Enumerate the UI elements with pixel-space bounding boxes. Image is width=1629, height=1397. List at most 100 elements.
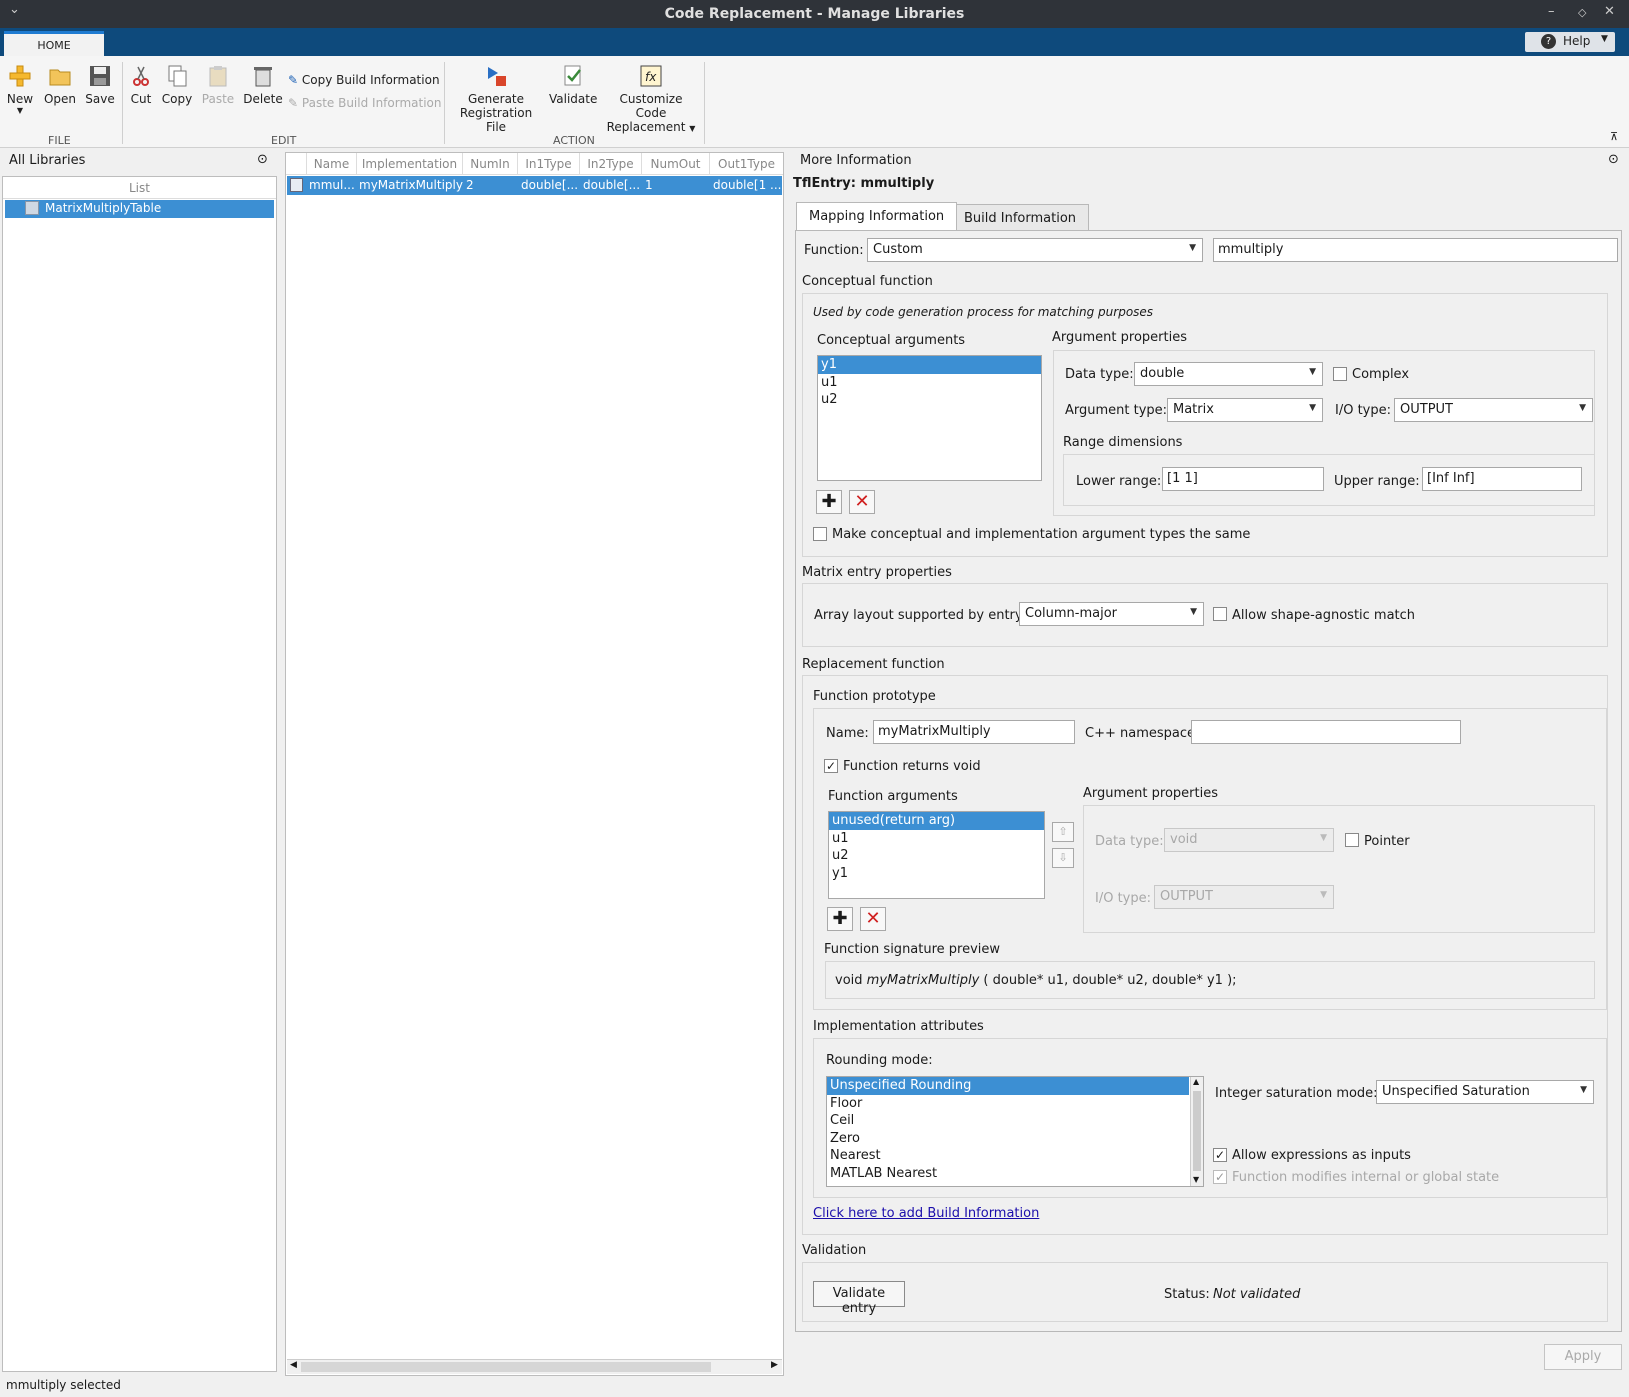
copy-icon	[168, 65, 187, 87]
entries-table-panel: Name Implementation NumIn In1Type In2Typ…	[285, 152, 784, 1376]
allow-expressions-checkbox[interactable]: ✓	[1213, 1148, 1227, 1162]
tab-home[interactable]: HOME	[4, 31, 104, 56]
list-item[interactable]: u2	[829, 847, 1044, 865]
customize-code-replacement-button[interactable]: fx Customize Code Replacement ▼	[603, 64, 699, 134]
list-item[interactable]: u1	[818, 374, 1041, 392]
cpp-namespace-input[interactable]	[1191, 720, 1461, 744]
list-item[interactable]: Ceil	[827, 1112, 1203, 1130]
list-item[interactable]: Zero	[827, 1130, 1203, 1148]
cut-button[interactable]: Cut	[128, 64, 154, 106]
generate-registration-file-button[interactable]: Generate Registration File	[450, 64, 542, 134]
restore-icon[interactable]: ◇	[1578, 6, 1586, 19]
validate-button[interactable]: Validate	[549, 64, 597, 106]
data-type-dropdown[interactable]: double ▼	[1134, 362, 1323, 386]
function-args-list[interactable]: unused(return arg) u1 u2 y1	[828, 811, 1045, 899]
io-type-dropdown[interactable]: OUTPUT ▼	[1394, 398, 1593, 422]
same-types-checkbox[interactable]	[813, 527, 827, 541]
copy-button[interactable]: Copy	[160, 64, 194, 106]
plus-icon: ✚	[821, 491, 837, 512]
list-item[interactable]: MATLAB Nearest	[827, 1165, 1203, 1183]
move-arg-down-button[interactable]: ⇩	[1052, 848, 1074, 868]
open-label: Open	[43, 92, 77, 106]
copy-build-info-button[interactable]: ✎ Copy Build Information	[288, 73, 440, 87]
list-item[interactable]: Floor	[827, 1095, 1203, 1113]
column-header[interactable]: In2Type	[579, 153, 641, 175]
list-item[interactable]: Unspecified Rounding	[827, 1077, 1189, 1095]
list-item[interactable]: y1	[818, 356, 1041, 374]
array-layout-dropdown[interactable]: Column-major ▼	[1019, 602, 1204, 626]
list-item[interactable]: y1	[829, 865, 1044, 883]
move-arg-up-button[interactable]: ⇧	[1052, 822, 1074, 842]
column-header[interactable]: NumIn	[462, 153, 517, 175]
remove-conceptual-arg-button[interactable]: ✕	[849, 490, 875, 514]
minimize-icon[interactable]: –	[1548, 4, 1555, 19]
table-cell: 2	[466, 178, 474, 192]
column-header[interactable]: Name	[306, 153, 356, 175]
column-header[interactable]: In1Type	[517, 153, 579, 175]
chevron-down-icon: ▼	[1580, 1085, 1587, 1095]
add-function-arg-button[interactable]: ✚	[827, 907, 853, 931]
list-item[interactable]: unused(return arg)	[829, 812, 1044, 830]
scrollbar-thumb[interactable]	[301, 1362, 711, 1372]
apply-button[interactable]: Apply	[1544, 1344, 1622, 1370]
delete-button[interactable]: Delete	[243, 64, 283, 106]
scrollbar-thumb[interactable]	[1193, 1091, 1201, 1171]
library-item-matrixmultiplytable[interactable]: MatrixMultiplyTable	[5, 200, 274, 218]
replacement-data-type-dropdown[interactable]: void ▼	[1164, 828, 1334, 852]
replacement-arg-props-group	[1083, 805, 1595, 933]
replacement-io-type-dropdown[interactable]: OUTPUT ▼	[1154, 885, 1334, 909]
new-button[interactable]: New ▼	[6, 64, 34, 115]
panel-options-icon[interactable]: ⊙	[257, 152, 268, 167]
returns-void-label: Function returns void	[843, 759, 981, 774]
tab-mapping-information[interactable]: Mapping Information	[796, 202, 958, 230]
rounding-mode-list[interactable]: Unspecified Rounding Floor Ceil Zero Nea…	[826, 1076, 1204, 1187]
scroll-down-icon[interactable]: ▼	[1193, 1175, 1199, 1185]
scroll-left-icon[interactable]: ◀	[290, 1360, 297, 1370]
returns-void-checkbox[interactable]: ✓	[824, 759, 838, 773]
remove-function-arg-button[interactable]: ✕	[860, 907, 886, 931]
complex-checkbox[interactable]	[1333, 367, 1347, 381]
shape-agnostic-checkbox[interactable]	[1213, 607, 1227, 621]
function-type-dropdown[interactable]: Custom ▼	[867, 238, 1203, 262]
replacement-name-input[interactable]: myMatrixMultiply	[873, 720, 1075, 744]
ribbon-separator	[444, 62, 445, 144]
list-item[interactable]: u1	[829, 830, 1044, 848]
pointer-checkbox[interactable]	[1345, 833, 1359, 847]
list-item[interactable]: u2	[818, 391, 1041, 409]
function-name-input[interactable]: mmultiply	[1213, 238, 1618, 262]
scroll-right-icon[interactable]: ▶	[771, 1360, 778, 1370]
validate-entry-button[interactable]: Validate entry	[813, 1281, 905, 1316]
paste-build-info-button[interactable]: ✎ Paste Build Information	[288, 96, 442, 110]
collapse-ribbon-icon[interactable]: ⊼	[1610, 130, 1618, 143]
close-icon[interactable]: ✕	[1604, 4, 1615, 19]
vertical-scrollbar[interactable]: ▲ ▼	[1190, 1077, 1203, 1186]
lower-range-input[interactable]: [1 1]	[1162, 467, 1324, 491]
modifies-state-checkbox[interactable]: ✓	[1213, 1170, 1227, 1184]
argument-type-dropdown[interactable]: Matrix ▼	[1167, 398, 1323, 422]
replacement-io-type-label: I/O type:	[1095, 891, 1151, 906]
column-header[interactable]: Out1Type	[709, 153, 783, 175]
saturation-mode-dropdown[interactable]: Unspecified Saturation ▼	[1376, 1080, 1594, 1104]
chevron-down-icon: ▼	[1601, 34, 1608, 44]
saturation-mode-label: Integer saturation mode:	[1215, 1086, 1378, 1101]
table-cell: double[...	[521, 178, 579, 192]
column-header[interactable]: NumOut	[641, 153, 709, 175]
function-fx-icon: fx	[640, 65, 662, 87]
scroll-up-icon[interactable]: ▲	[1193, 1077, 1199, 1087]
allow-expressions-label: Allow expressions as inputs	[1232, 1148, 1411, 1163]
upper-range-input[interactable]: [Inf Inf]	[1422, 467, 1582, 491]
horizontal-scrollbar[interactable]: ◀ ▶	[287, 1359, 782, 1374]
panel-options-icon[interactable]: ⊙	[1608, 152, 1619, 167]
save-button[interactable]: Save	[83, 64, 117, 106]
open-button[interactable]: Open	[43, 64, 77, 106]
column-header[interactable]: Implementation	[356, 153, 462, 175]
list-item[interactable]: Nearest	[827, 1147, 1203, 1165]
conceptual-args-list[interactable]: y1 u1 u2	[817, 355, 1042, 481]
tab-build-information[interactable]: Build Information	[951, 204, 1090, 230]
add-conceptual-arg-button[interactable]: ✚	[816, 490, 842, 514]
paste-button[interactable]: Paste	[200, 64, 236, 106]
table-row[interactable]: mmul... myMatrixMultiply 2 double[... do…	[287, 176, 782, 195]
paste-build-label: Paste Build Information	[301, 96, 442, 110]
help-button[interactable]: ? Help ▼	[1525, 32, 1615, 52]
add-build-info-link[interactable]: Click here to add Build Information	[813, 1206, 1039, 1221]
